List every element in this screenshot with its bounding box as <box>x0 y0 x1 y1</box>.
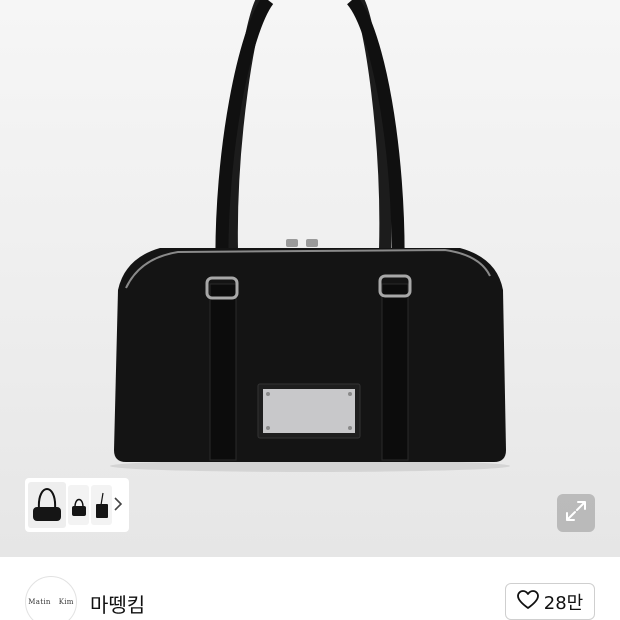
bag-thumbnail-icon <box>71 498 86 516</box>
product-image <box>110 0 510 472</box>
bag-thumbnail-icon <box>95 492 108 518</box>
logo-text-left: Matin <box>28 598 51 606</box>
expand-icon <box>565 500 587 526</box>
thumbnail-3[interactable] <box>91 485 112 525</box>
thumbnail-strip[interactable] <box>25 478 129 532</box>
thumbnail-2[interactable] <box>68 485 90 525</box>
chevron-right-icon[interactable] <box>114 496 123 515</box>
like-count: 28만 <box>543 592 584 614</box>
brand-name[interactable]: 마뗑킴 <box>90 589 145 618</box>
brand-logo[interactable]: Matin Kim <box>25 576 77 620</box>
product-image-area[interactable] <box>0 0 620 557</box>
heart-outline-icon <box>516 589 539 614</box>
thumbnail-1[interactable] <box>28 482 67 528</box>
logo-text-right: Kim <box>58 598 74 606</box>
like-button[interactable]: 28만 <box>505 583 595 620</box>
bag-thumbnail-icon <box>33 487 62 521</box>
expand-image-button[interactable] <box>557 494 595 532</box>
